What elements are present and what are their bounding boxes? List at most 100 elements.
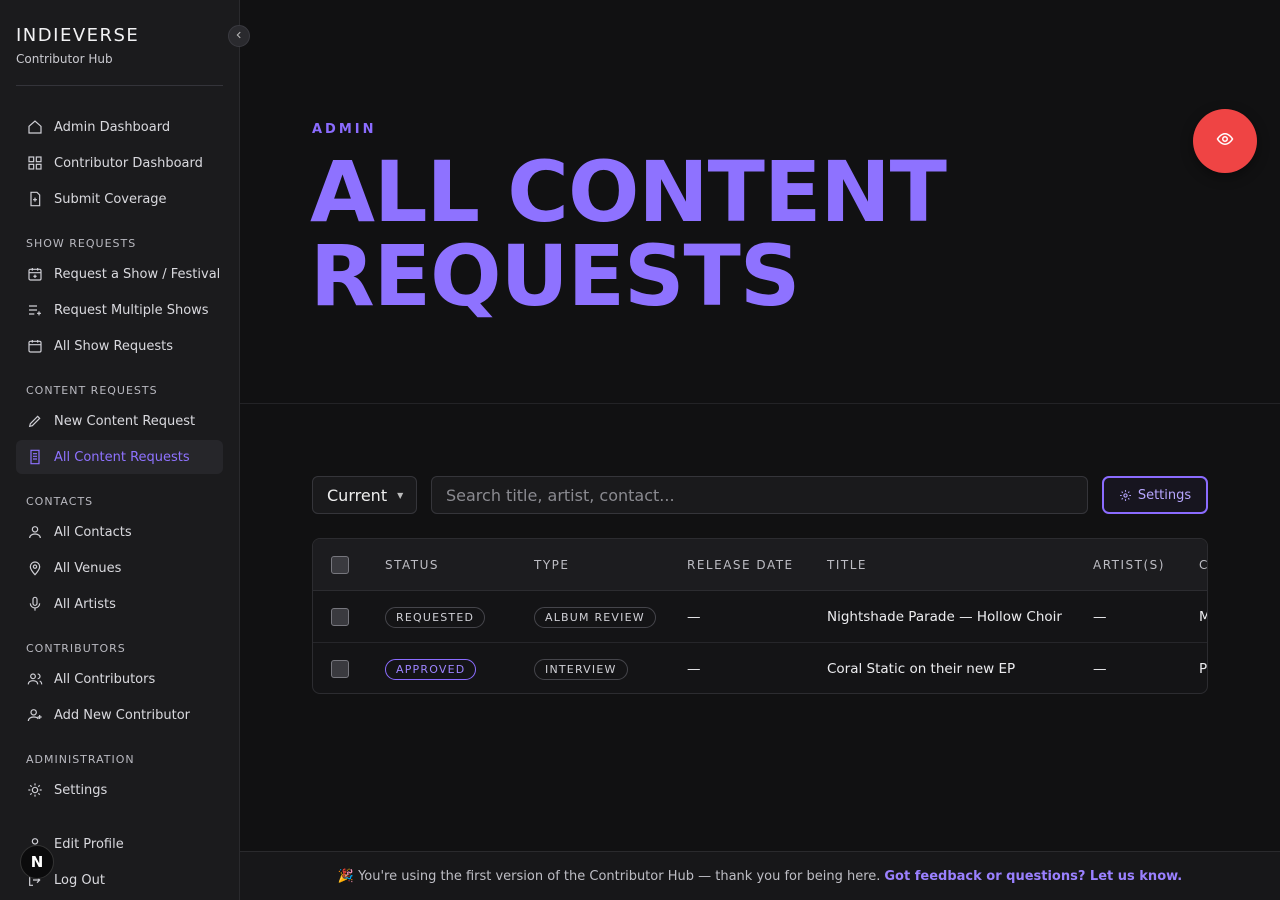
page-eyebrow: ADMIN <box>312 122 377 137</box>
table-row[interactable]: APPROVED INTERVIEW — Coral Static on the… <box>313 643 1208 693</box>
document-icon <box>26 448 44 466</box>
user-plus-icon <box>26 706 44 724</box>
pencil-icon <box>26 412 44 430</box>
list-plus-icon <box>26 301 44 319</box>
status-cell: REQUESTED <box>385 591 486 643</box>
status-badge: REQUESTED <box>385 606 486 628</box>
column-header-title[interactable]: TITLE <box>827 539 867 591</box>
file-plus-icon <box>26 190 44 208</box>
sidebar-item-submit-coverage[interactable]: Submit Coverage <box>16 182 223 216</box>
sidebar-item-label: All Artists <box>54 596 116 612</box>
table-header: STATUS TYPE RELEASE DATE TITLE ARTIST(S)… <box>313 539 1207 591</box>
sidebar-item-add-new-contributor[interactable]: Add New Contributor <box>16 698 223 732</box>
microphone-icon <box>26 595 44 613</box>
section-show-requests: SHOW REQUESTS <box>26 237 137 250</box>
sidebar-item-all-contacts[interactable]: All Contacts <box>16 515 223 549</box>
sidebar-item-label: All Venues <box>54 560 122 576</box>
user-icon <box>26 523 44 541</box>
status-cell: APPROVED <box>385 643 477 693</box>
select-all-checkbox[interactable] <box>331 556 349 574</box>
content-requests-table: STATUS TYPE RELEASE DATE TITLE ARTIST(S)… <box>312 538 1208 694</box>
type-cell: ALBUM REVIEW <box>534 591 656 643</box>
sidebar-item-contributor-dashboard[interactable]: Contributor Dashboard <box>16 146 223 180</box>
divider <box>240 403 1280 404</box>
eye-icon <box>1216 130 1234 152</box>
release-date-cell: — <box>687 609 701 625</box>
sun-gear-icon <box>26 781 44 799</box>
status-filter-select[interactable]: Current ▼ <box>312 476 417 514</box>
collapse-sidebar-button[interactable] <box>228 25 250 47</box>
chevron-left-icon <box>234 29 244 43</box>
brand-subtitle: Contributor Hub <box>16 52 113 66</box>
brand-title: INDIEVERSE <box>16 25 140 46</box>
search-input[interactable] <box>431 476 1088 514</box>
sidebar-item-request-multiple-shows[interactable]: Request Multiple Shows <box>16 293 223 327</box>
contact-cell: P <box>1199 661 1208 677</box>
sidebar-item-label: Contributor Dashboard <box>54 155 203 171</box>
column-header-status[interactable]: STATUS <box>385 539 439 591</box>
sidebar-item-label: Settings <box>54 782 108 798</box>
sidebar-item-all-artists[interactable]: All Artists <box>16 587 223 621</box>
divider <box>16 85 223 86</box>
sidebar-item-label: Request Multiple Shows <box>54 302 209 318</box>
sidebar-item-label: Request a Show / Festival <box>54 266 221 282</box>
sidebar-item-label: Admin Dashboard <box>54 119 171 135</box>
table-settings-button[interactable]: Settings <box>1102 476 1208 514</box>
artists-cell: — <box>1093 609 1107 625</box>
table-row[interactable]: REQUESTED ALBUM REVIEW — Nightshade Para… <box>313 591 1207 643</box>
sidebar-item-settings[interactable]: Settings <box>16 773 223 807</box>
sidebar-item-label: All Contributors <box>54 671 156 687</box>
type-cell: INTERVIEW <box>534 643 628 693</box>
release-date-cell: — <box>687 661 701 677</box>
page-title: ALL CONTENT REQUESTS <box>310 143 947 325</box>
title-cell: Nightshade Parade — Hollow Choir <box>827 609 1062 625</box>
sidebar-item-label: All Contacts <box>54 524 132 540</box>
grid-icon <box>26 154 44 172</box>
column-header-contact[interactable]: C <box>1199 539 1207 591</box>
title-cell: Coral Static on their new EP <box>827 661 1016 677</box>
sidebar-item-all-content-requests[interactable]: All Content Requests <box>16 440 223 474</box>
calendar-plus-icon <box>26 265 44 283</box>
artists-cell: — <box>1093 661 1107 677</box>
type-badge: INTERVIEW <box>534 658 628 680</box>
type-badge: ALBUM REVIEW <box>534 606 656 628</box>
feedback-message: 🎉 You're using the first version of the … <box>337 868 881 884</box>
sidebar-item-request-show[interactable]: Request a Show / Festival <box>16 257 223 291</box>
feedback-link[interactable]: Got feedback or questions? Let us know. <box>884 869 1182 884</box>
column-header-release-date[interactable]: RELEASE DATE <box>687 539 794 591</box>
sidebar-item-label: Submit Coverage <box>54 191 167 207</box>
select-all-cell <box>331 539 349 591</box>
caret-down-icon: ▼ <box>397 490 404 500</box>
sidebar-item-label: Add New Contributor <box>54 707 190 723</box>
section-content-requests: CONTENT REQUESTS <box>26 384 158 397</box>
n-logo-badge[interactable]: N <box>20 845 54 879</box>
map-pin-icon <box>26 559 44 577</box>
section-administration: ADMINISTRATION <box>26 753 135 766</box>
sidebar-item-admin-dashboard[interactable]: Admin Dashboard <box>16 110 223 144</box>
sidebar-item-new-content-request[interactable]: New Content Request <box>16 404 223 438</box>
settings-button-label: Settings <box>1137 487 1192 503</box>
column-header-type[interactable]: TYPE <box>534 539 569 591</box>
gear-icon <box>1119 489 1132 502</box>
sidebar-item-label: Edit Profile <box>54 836 124 852</box>
sidebar-item-all-show-requests[interactable]: All Show Requests <box>16 329 223 363</box>
sidebar-item-all-venues[interactable]: All Venues <box>16 551 223 585</box>
page-title-line-1: ALL CONTENT <box>310 143 947 241</box>
section-contributors: CONTRIBUTORS <box>26 642 126 655</box>
calendar-icon <box>26 337 44 355</box>
contact-cell: M <box>1199 591 1207 643</box>
row-checkbox[interactable] <box>331 660 349 678</box>
status-badge: APPROVED <box>385 658 477 680</box>
feedback-banner: 🎉 You're using the first version of the … <box>240 851 1280 900</box>
row-checkbox[interactable] <box>331 608 349 626</box>
sidebar: INDIEVERSE Contributor Hub Admin Dashboa… <box>0 0 240 900</box>
column-header-artists[interactable]: ARTIST(S) <box>1093 539 1165 591</box>
row-select-cell <box>331 643 349 693</box>
page-title-line-2: REQUESTS <box>310 227 800 325</box>
main-content: ADMIN ALL CONTENT REQUESTS Current ▼ Set… <box>240 0 1280 900</box>
sidebar-item-all-contributors[interactable]: All Contributors <box>16 662 223 696</box>
home-icon <box>26 118 44 136</box>
users-icon <box>26 670 44 688</box>
sidebar-item-label: All Content Requests <box>54 449 190 465</box>
preview-toggle-button[interactable] <box>1193 109 1257 173</box>
